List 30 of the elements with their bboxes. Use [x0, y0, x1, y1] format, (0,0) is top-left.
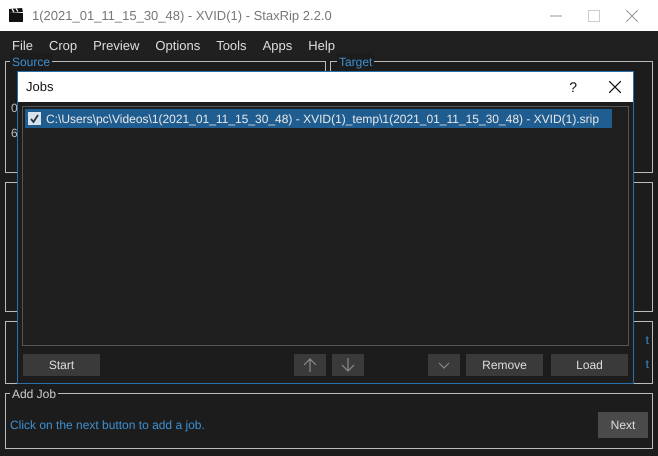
move-down-button[interactable] — [332, 354, 364, 376]
menu-item[interactable]: Tools — [208, 36, 255, 56]
menu-item[interactable]: Help — [300, 36, 343, 56]
menu-item[interactable]: Preview — [85, 36, 148, 56]
load-button[interactable]: Load — [551, 354, 628, 376]
move-up-button[interactable] — [294, 354, 326, 376]
close-icon[interactable] — [609, 81, 621, 93]
menu-item[interactable]: File — [4, 36, 41, 56]
job-row[interactable]: C:\Users\pc\Videos\1(2021_01_11_15_30_48) - XVID(1)_temp\1(2021_01_11_15_30_48) - XVID(1).srip — [25, 109, 612, 128]
hint-text: Click on the next button to add a job. — [10, 417, 205, 434]
menu-item[interactable]: Options — [147, 36, 208, 56]
menu-item[interactable]: Apps — [254, 36, 300, 56]
field-text: 0 — [11, 100, 18, 117]
clapperboard-icon — [8, 8, 24, 23]
checkbox[interactable] — [28, 112, 41, 125]
link-text[interactable]: t — [646, 355, 649, 373]
group-label: Target — [337, 53, 374, 71]
remove-button[interactable]: Remove — [466, 354, 543, 376]
next-button[interactable]: Next — [598, 412, 648, 438]
window-title: 1(2021_01_11_15_30_48) - XVID(1) - StaxRip 2.2.0 — [32, 6, 332, 25]
job-path: C:\Users\pc\Videos\1(2021_01_11_15_30_48) - XVID(1)_temp\1(2021_01_11_15_30_48) - XVID(1).srip — [46, 110, 600, 128]
help-button[interactable]: ? — [569, 76, 577, 98]
field-text: 6 — [11, 125, 18, 142]
up-arrow-icon — [302, 357, 318, 373]
start-button[interactable]: Start — [23, 354, 100, 376]
menu-item[interactable]: Crop — [40, 36, 86, 56]
dropdown-button[interactable] — [428, 354, 460, 376]
dialog-title: Jobs — [26, 78, 54, 96]
link-text[interactable]: t — [646, 331, 649, 349]
down-arrow-icon — [340, 357, 356, 373]
